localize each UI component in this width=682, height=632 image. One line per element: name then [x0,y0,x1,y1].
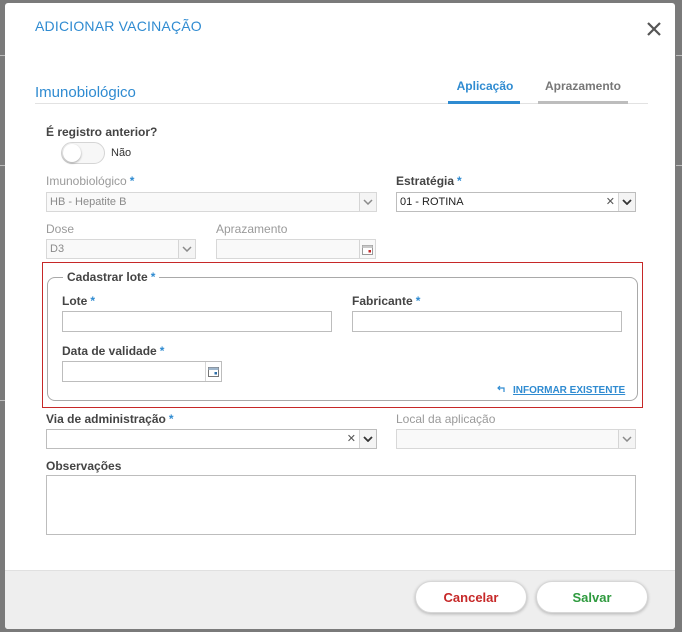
data-validade-label: Data de validade * [62,344,165,358]
registro-anterior-toggle-text: Não [111,147,132,159]
background-divider [676,165,682,166]
return-arrow-icon [497,385,505,396]
dose-select[interactable]: D3 [46,239,196,259]
fabricante-input[interactable] [352,311,622,332]
local-aplicacao-select[interactable] [396,429,636,449]
dialog-footer: Cancelar Salvar [5,570,675,629]
required-asterisk: * [129,174,135,188]
chevron-down-icon [359,193,376,211]
informar-existente-link[interactable]: INFORMAR EXISTENTE [497,385,625,396]
data-validade-date-field[interactable] [62,361,222,382]
close-icon [647,22,661,36]
section-title: Imunobiológico [35,84,136,101]
add-vaccination-dialog: ADICIONAR VACINAÇÃO Imunobiológico Aplic… [5,3,675,629]
tab-aplicacao[interactable]: Aplicação [451,79,519,93]
dose-label: Dose [46,222,75,236]
local-aplicacao-label: Local da aplicação [396,412,496,426]
toggle-knob [63,144,81,162]
cadastrar-lote-highlight: Cadastrar lote * Lote * Fabricante * Data d… [42,262,643,408]
via-administracao-select[interactable]: ✕ [46,429,377,449]
via-administracao-label: Via de administração * [46,412,174,426]
cancel-button[interactable]: Cancelar [415,581,527,613]
required-asterisk: * [150,270,156,284]
aprazamento-label: Aprazamento [216,222,288,236]
tab-aplicacao-indicator [448,101,520,104]
required-asterisk: * [90,294,96,308]
required-asterisk: * [159,344,165,358]
chevron-down-icon [178,240,195,258]
required-asterisk: * [168,412,174,426]
save-button[interactable]: Salvar [536,581,648,613]
cadastrar-lote-legend: Cadastrar lote * [63,270,160,284]
dialog-title: ADICIONAR VACINAÇÃO [35,18,202,34]
observacoes-label: Observações [46,459,122,473]
cadastrar-lote-fieldset: Cadastrar lote * Lote * Fabricante * Data d… [47,270,638,401]
observacoes-textarea[interactable] [46,475,636,535]
chevron-down-icon[interactable] [359,430,376,448]
required-asterisk: * [415,294,421,308]
required-asterisk: * [457,174,462,188]
clear-icon[interactable]: ✕ [347,432,356,445]
tab-aprazamento[interactable]: Aprazamento [538,79,628,93]
estrategia-label: Estratégia * [396,174,462,188]
clear-icon[interactable]: ✕ [606,195,615,208]
imunobiologico-label: Imunobiológico * [46,174,135,188]
chevron-down-icon [618,430,635,448]
background-divider [676,55,682,56]
calendar-icon[interactable] [359,240,375,258]
chevron-down-icon[interactable] [618,193,635,211]
calendar-icon[interactable] [205,362,221,381]
tab-aprazamento-indicator [538,101,628,104]
registro-anterior-label: É registro anterior? [46,125,158,139]
estrategia-select[interactable]: 01 - ROTINA ✕ [396,192,636,212]
imunobiologico-select[interactable]: HB - Hepatite B [46,192,377,212]
lote-input[interactable] [62,311,332,332]
aprazamento-date-field[interactable] [216,239,376,259]
close-button[interactable] [643,18,665,40]
lote-label: Lote * [62,294,96,308]
fabricante-label: Fabricante * [352,294,421,308]
registro-anterior-toggle[interactable] [61,142,105,164]
